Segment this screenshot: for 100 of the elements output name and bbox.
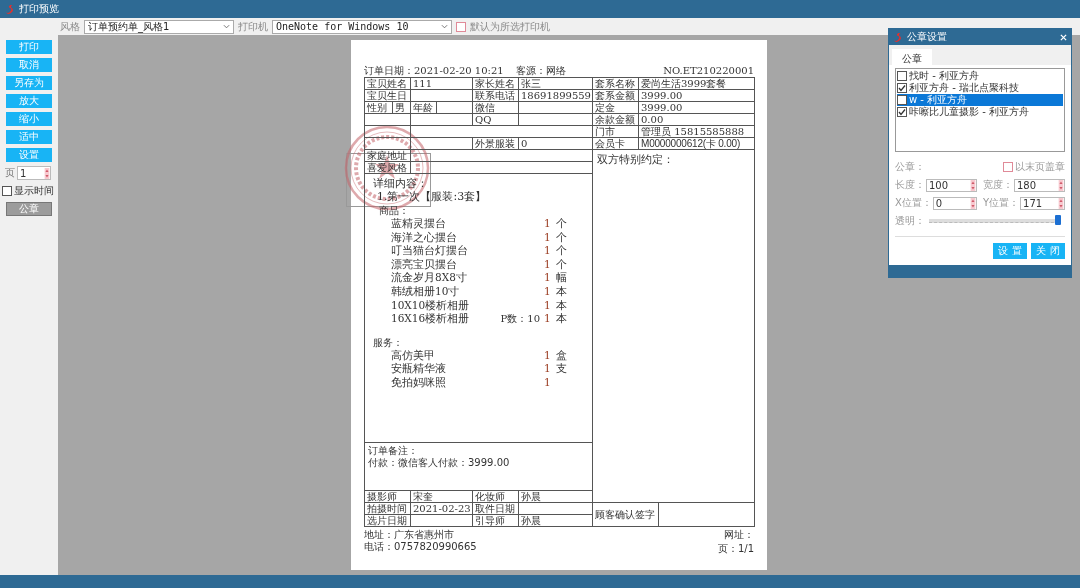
table-cell: 套系金额 <box>593 90 639 102</box>
table-cell <box>411 138 473 150</box>
checkbox-label: 显示时间 <box>14 184 54 198</box>
checkbox[interactable] <box>2 186 12 196</box>
opacity-label: 透明： <box>895 214 925 228</box>
window-title: 打印预览 <box>19 2 59 16</box>
table-cell: 爱尚生活3999套餐 <box>639 78 755 90</box>
table-cell: 顾客确认签字 <box>593 503 659 527</box>
caret-icon <box>441 24 448 29</box>
style-dropdown[interactable]: 订单预约单_风格1 <box>84 19 234 34</box>
close-icon[interactable] <box>1060 33 1067 41</box>
notes-text: 付款：微信客人付款：3999.00 <box>368 457 510 468</box>
table-cell: 0.00 <box>639 114 755 126</box>
table-cell: 选片日期 <box>365 515 411 527</box>
item-unit: 支 <box>556 362 567 375</box>
number-field[interactable]: 0 <box>932 196 977 210</box>
item-quantity: 1 <box>544 284 552 299</box>
number-field[interactable]: 100 <box>926 178 977 192</box>
item-unit: 个 <box>556 244 567 257</box>
table-cell <box>411 515 473 527</box>
checkbox[interactable] <box>456 21 466 32</box>
item-quantity: 1 <box>544 257 552 272</box>
table-cell: M0000000612(卡 0.00) <box>639 138 755 150</box>
item-quantity: 1 <box>544 298 552 313</box>
item-unit: 盒 <box>556 348 567 361</box>
table-cell: 家长姓名 <box>473 78 519 90</box>
table-cell: 套系名称 <box>593 78 639 90</box>
section-title: 服务： <box>373 336 403 348</box>
table-cell: 会员卡 <box>593 138 639 150</box>
item-quantity: 1 <box>544 375 552 390</box>
item-name: 流金岁月8X8寸 <box>391 271 467 284</box>
checkbox[interactable] <box>897 107 907 117</box>
website-text: 网址： <box>724 529 754 541</box>
table-cell: 引导师 <box>473 515 519 527</box>
notes-title: 订单备注： <box>368 445 418 456</box>
table-cell: 2021-02-23 <box>411 503 473 515</box>
table-cell: 门市 <box>593 126 639 138</box>
number-field[interactable]: 180 <box>1014 178 1065 192</box>
page-label: 页 <box>5 166 15 180</box>
order-date: 订单日期：2021-02-20 10:21 <box>364 65 504 77</box>
table-cell: 张三 <box>519 78 593 90</box>
package-title: 1.第一次【服装:3套】 <box>377 190 487 203</box>
field-label: Y位置： <box>983 196 1020 210</box>
slider-thumb[interactable] <box>1055 215 1061 225</box>
checkbox-label: 默认为所选打印机 <box>470 19 550 34</box>
printer-label: 打印机 <box>238 19 268 34</box>
table-cell: 宋奎 <box>411 491 473 503</box>
table-cell <box>437 102 473 114</box>
table-cell: 余款金额 <box>593 114 639 126</box>
spinner-arrows-icon <box>1058 197 1064 209</box>
tab[interactable]: 公章 <box>892 49 932 65</box>
table-cell <box>411 114 473 126</box>
checkbox[interactable] <box>897 71 907 81</box>
table-cell: 化妆师 <box>473 491 519 503</box>
item-name: 16X16楼析相册 <box>391 312 470 325</box>
table-cell: 3999.00 <box>639 90 755 102</box>
checkbox[interactable] <box>897 95 907 105</box>
page-spinner[interactable]: 1 <box>17 166 51 180</box>
list-item[interactable]: 找时 - 利亚方舟 <box>897 70 1063 82</box>
table-cell: 0 <box>519 138 593 150</box>
item-name: 免拍妈咪照 <box>391 375 446 388</box>
details-title: 详细内容： <box>373 177 428 190</box>
item-name: 韩绒相册10寸 <box>391 284 460 297</box>
dialog-title: 公章设置 <box>907 30 947 44</box>
spinner-arrows-icon <box>44 167 50 179</box>
number-field[interactable]: 171 <box>1020 196 1065 210</box>
item-name: 漂亮宝贝摆台 <box>391 257 457 270</box>
item-name: 叮当猫台灯摆台 <box>391 244 468 257</box>
item-unit: 个 <box>556 230 567 243</box>
field-label: 宽度： <box>983 178 1013 192</box>
field-label: 长度： <box>895 178 925 192</box>
table-cell: 微信 <box>473 102 519 114</box>
table-cell: 孙晨 <box>519 491 593 503</box>
item-name: 海洋之心摆台 <box>391 230 457 243</box>
checkbox[interactable] <box>1003 162 1013 172</box>
list-item[interactable]: w - 利亚方舟 <box>897 94 1063 106</box>
spinner-arrows-icon <box>970 179 976 191</box>
page-number: 页：1/1 <box>717 543 754 555</box>
order-source: 客源：网络 <box>515 65 566 77</box>
item-unit: 本 <box>556 298 567 311</box>
item-name: 蓝精灵摆台 <box>391 217 446 229</box>
list-item[interactable]: 利亚方舟 - 瑞北点聚科技 <box>897 82 1063 94</box>
item-unit: 本 <box>556 284 567 297</box>
table-cell: 摄影师 <box>365 491 411 503</box>
seal-label: 公章： <box>895 160 925 174</box>
checkbox-label: 以末页盖章 <box>1015 160 1065 174</box>
table-cell: 取件日期 <box>473 503 519 515</box>
item-quantity: 1 <box>544 348 552 363</box>
item-quantity: 1 <box>544 271 552 285</box>
table-cell: 联系电话 <box>473 90 519 102</box>
caret-icon <box>223 24 230 29</box>
item-name: 10X10楼析相册 <box>391 298 470 311</box>
item-quantity: 1 <box>544 312 552 326</box>
printer-dropdown[interactable]: OneNote for Windows 10 <box>272 19 452 34</box>
item-unit: 个 <box>556 257 567 270</box>
table-cell: 孙晨 <box>519 515 593 527</box>
section-title: 商品： <box>379 205 409 216</box>
logo-icon <box>893 31 904 43</box>
list-item[interactable]: 咔嚓比儿童摄影 - 利亚方舟 <box>897 106 1063 118</box>
checkbox[interactable] <box>897 83 907 93</box>
